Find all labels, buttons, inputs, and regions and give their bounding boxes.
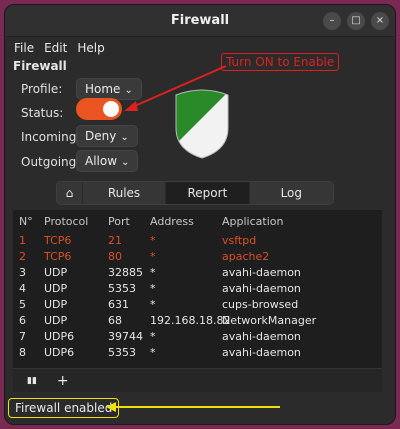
annotation-arrow-yellow xyxy=(106,402,280,412)
